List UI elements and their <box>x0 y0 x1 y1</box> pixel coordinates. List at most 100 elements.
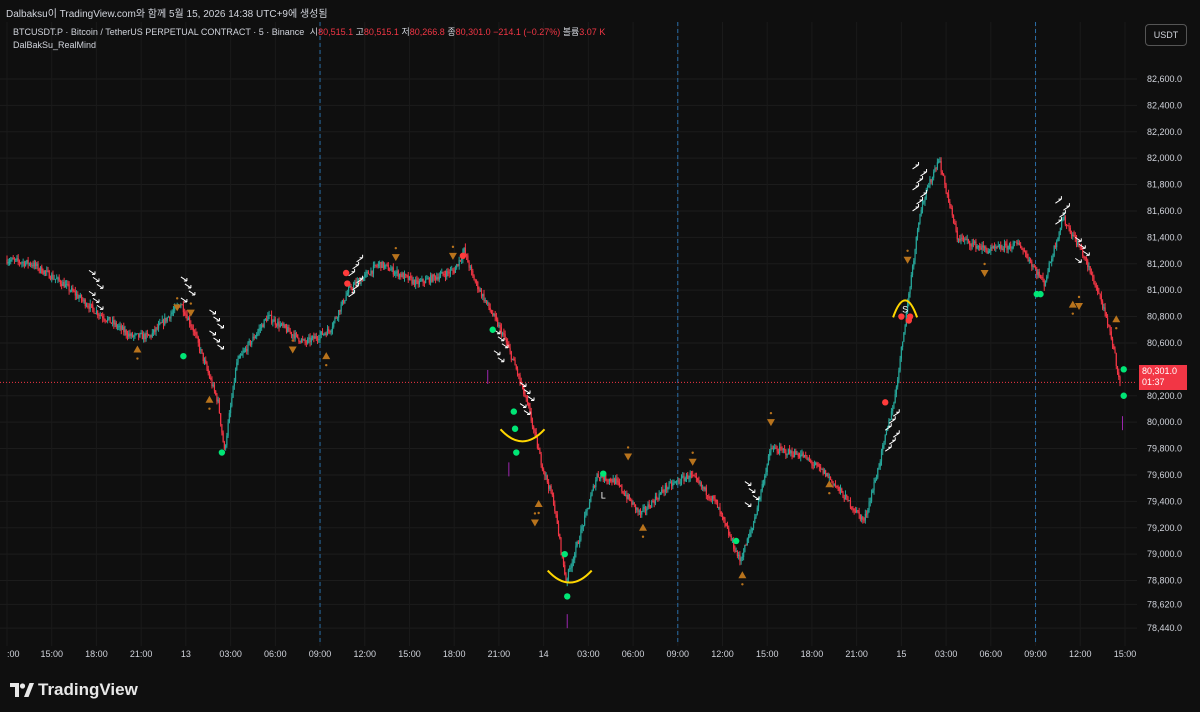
candle-body <box>62 282 64 287</box>
candle-body <box>423 282 425 284</box>
candle-body <box>826 473 828 477</box>
time-axis[interactable]: :00 15:00 18:00 21:00 13 03:00 06:00 09:00 12:00… <box>7 649 1136 659</box>
candle-body <box>747 536 750 539</box>
arrow-marker <box>217 344 224 350</box>
candle-body <box>987 251 989 254</box>
candle-body <box>900 346 902 359</box>
candle-body <box>806 455 808 460</box>
candle-body <box>443 274 445 275</box>
candle-body <box>700 482 702 487</box>
candle-body <box>201 349 203 353</box>
candle-body <box>673 482 675 484</box>
price-chart[interactable]: LS 78,440.078,620.078,800.079,000.079,20… <box>0 22 1200 670</box>
candle-body <box>738 554 740 557</box>
candle-body <box>499 325 501 328</box>
candle-body <box>348 287 350 293</box>
candle-body <box>262 324 264 328</box>
up-triangle-marker <box>322 352 331 360</box>
candle-body <box>354 282 356 285</box>
candle-body <box>114 322 116 325</box>
legend-volume-label: 볼륨 <box>562 27 580 37</box>
chart-area[interactable]: LS 78,440.0 78,620.0 78,800.0 79,000.0 79,20… <box>0 22 1200 670</box>
candle-body <box>1016 241 1018 244</box>
candle-body <box>1038 271 1040 277</box>
candle-body <box>478 289 480 291</box>
candle-body <box>570 567 572 569</box>
candle-body <box>140 333 142 334</box>
candle-body <box>246 348 248 352</box>
price-axis[interactable]: 78,440.0 78,620.0 78,800.0 79,000.0 79,200.0… <box>1147 74 1182 633</box>
candle-body <box>305 342 307 344</box>
x-tick-label: 03:00 <box>577 649 600 659</box>
candle-body <box>596 474 598 481</box>
marker-dot <box>533 512 537 515</box>
candle-body <box>833 484 835 486</box>
marker-dot <box>983 262 986 266</box>
footer <box>0 670 1200 712</box>
candle-body <box>913 260 915 267</box>
candle-body <box>815 462 817 466</box>
candle-body <box>574 553 576 560</box>
candle-body <box>820 466 822 469</box>
tradingview-logo[interactable]: TradingView <box>10 680 138 700</box>
candle-body <box>148 334 150 336</box>
down-triangle-marker <box>903 256 912 264</box>
candle-body <box>680 476 683 483</box>
candle-body <box>206 363 208 370</box>
candle-body <box>1097 286 1099 293</box>
candle-body <box>408 276 411 280</box>
candle-body <box>631 500 633 505</box>
marker-dot <box>641 535 645 538</box>
candle-body <box>190 324 192 327</box>
candle-body <box>63 282 65 288</box>
candle-body <box>37 263 39 270</box>
candle-body <box>273 319 275 322</box>
x-tick-label: 18:00 <box>801 649 824 659</box>
candle-body <box>32 264 34 267</box>
candle-body <box>950 205 952 208</box>
candle-body <box>355 282 357 285</box>
candle-body <box>77 294 79 299</box>
candle-body <box>867 509 869 515</box>
candle-body <box>752 523 755 528</box>
candle-body <box>637 508 639 512</box>
currency-button[interactable]: USDT <box>1145 24 1187 46</box>
candle-body <box>572 559 575 563</box>
candle-body <box>66 283 68 285</box>
candle-body <box>426 278 428 280</box>
candle-body <box>155 327 157 332</box>
y-tick-label: 81,400.0 <box>1147 232 1182 242</box>
candle-body <box>976 246 978 249</box>
candle-body <box>52 274 54 280</box>
candle-body <box>541 465 543 470</box>
candle-body <box>211 379 213 386</box>
down-triangle-marker <box>530 519 539 527</box>
candle-body <box>798 456 801 458</box>
candle-body <box>933 171 935 178</box>
marker-dot <box>291 339 294 342</box>
candle-body <box>811 461 813 465</box>
down-triangle-marker <box>288 346 297 354</box>
candle-body <box>107 318 109 322</box>
candle-body <box>387 265 389 271</box>
arrow-marker <box>217 323 224 329</box>
candle-body <box>1090 272 1093 276</box>
candle-body <box>1002 248 1004 250</box>
candle-body <box>775 447 777 449</box>
candle-body <box>12 258 14 260</box>
legend-indicator-name[interactable]: DalBakSu_RealMind <box>13 39 605 52</box>
candle-body <box>941 171 943 174</box>
marker-dot <box>189 302 193 305</box>
caption-text: Dalbaksu이 TradingView.com와 함께 5월 15, 202… <box>6 9 328 20</box>
candle-body <box>44 270 47 272</box>
candle-body <box>234 369 237 382</box>
candle-body <box>398 274 401 277</box>
candle-body <box>511 358 514 360</box>
candle-body <box>736 550 739 557</box>
candle-body <box>745 544 747 546</box>
candle-body <box>210 377 212 380</box>
candle-body <box>549 485 551 489</box>
candle-body <box>418 281 421 285</box>
candle-body <box>1041 277 1043 278</box>
candle-body <box>21 262 23 264</box>
